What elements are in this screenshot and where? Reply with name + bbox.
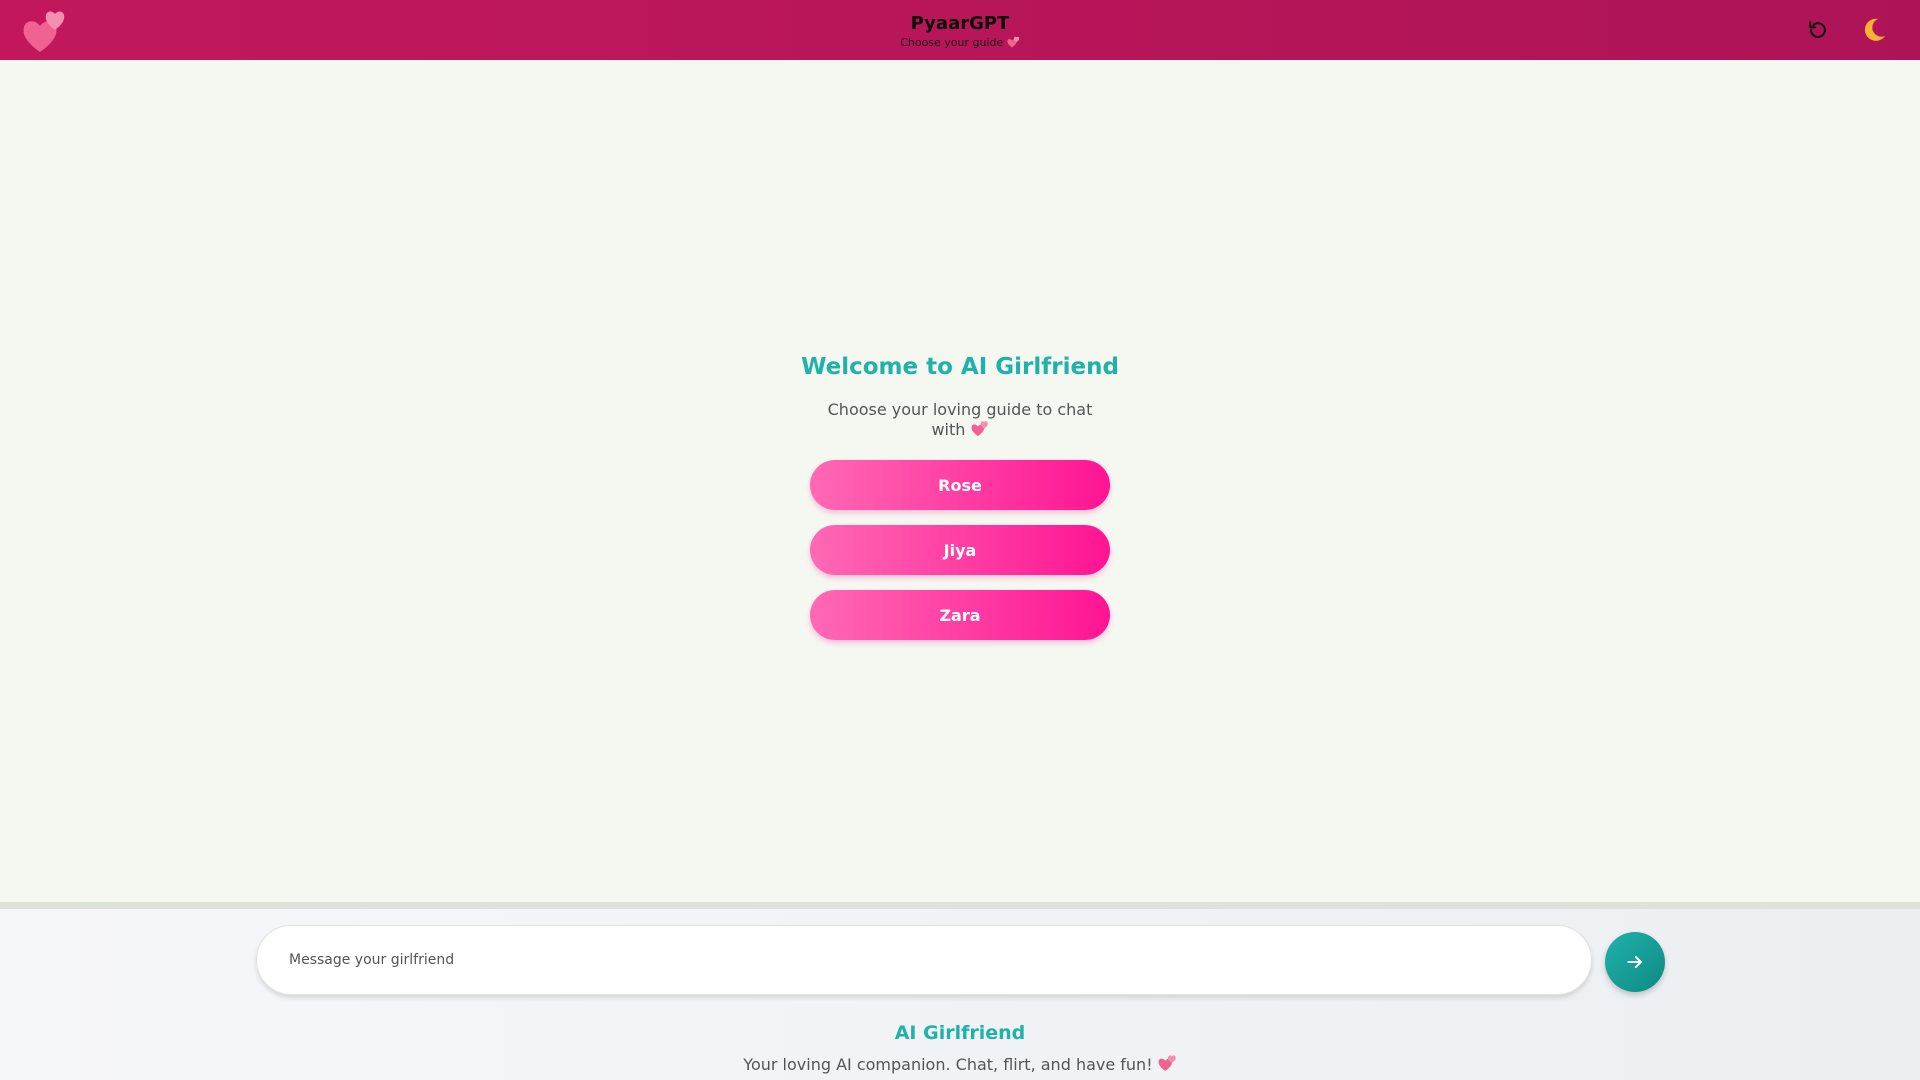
welcome-subtitle: Choose your loving guide to chat with	[810, 400, 1110, 440]
two-hearts-icon	[1007, 36, 1019, 48]
theme-toggle-button[interactable]	[1856, 12, 1892, 48]
guide-button-zara[interactable]: Zara	[810, 590, 1110, 640]
refresh-icon	[1809, 21, 1826, 38]
chat-area: Welcome to AI Girlfriend Choose your lov…	[0, 60, 1920, 902]
message-input[interactable]	[256, 925, 1592, 995]
welcome-panel: Welcome to AI Girlfriend Choose your lov…	[760, 352, 1160, 655]
app-subtitle: Choose your guide	[0, 36, 1920, 50]
header-title-block: PyaarGPT Choose your guide	[0, 13, 1920, 50]
footer-tagline-text: Your loving AI companion. Chat, flirt, a…	[743, 1055, 1153, 1074]
footer-title: AI Girlfriend	[894, 1022, 1026, 1044]
send-button[interactable]	[1605, 932, 1665, 992]
guide-button-jiya[interactable]: Jiya	[810, 525, 1110, 575]
app-header: PyaarGPT Choose your guide	[0, 0, 1920, 60]
reset-button[interactable]	[1800, 12, 1836, 48]
two-hearts-icon	[1158, 1055, 1176, 1072]
guide-button-rose[interactable]: Rose	[810, 460, 1110, 510]
footer-tagline: Your loving AI companion. Chat, flirt, a…	[0, 1054, 1920, 1075]
welcome-subtitle-text: Choose your loving guide to chat with	[827, 400, 1093, 439]
guide-list: Rose Jiya Zara	[760, 460, 1160, 640]
app-subtitle-text: Choose your guide	[900, 36, 1004, 49]
app-title: PyaarGPT	[910, 13, 1010, 34]
welcome-title: Welcome to AI Girlfriend	[801, 354, 1119, 380]
composer-footer: AI Girlfriend Your loving AI companion. …	[0, 909, 1920, 1080]
crescent-moon-icon	[1864, 18, 1885, 41]
two-hearts-icon	[971, 421, 988, 437]
divider	[0, 902, 1920, 909]
arrow-right-icon	[1627, 956, 1642, 968]
